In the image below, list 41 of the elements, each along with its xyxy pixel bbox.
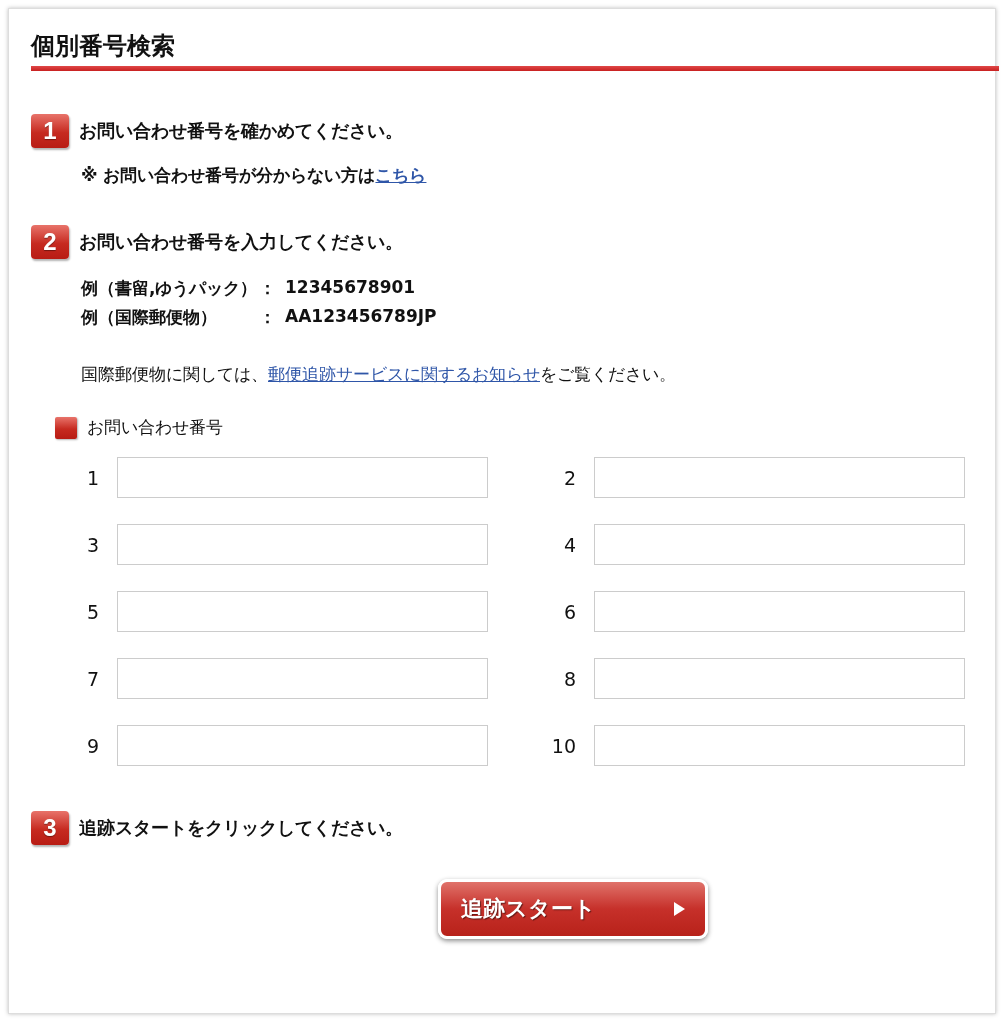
field-number: 5 (85, 600, 100, 623)
tracking-number-field[interactable] (594, 524, 965, 565)
here-link[interactable]: こちら (375, 165, 427, 185)
step-number: 1 (31, 114, 69, 148)
field-number: 10 (550, 734, 577, 757)
step-heading: お問い合わせ番号を確かめてください。 (79, 119, 403, 143)
start-tracking-button[interactable]: 追跡スタート (438, 879, 708, 939)
page-title: 個別番号検索 (31, 31, 175, 62)
tracking-number-field[interactable] (117, 457, 488, 498)
field-number: 4 (562, 533, 577, 556)
help-note: ※ お問い合わせ番号が分からない方はこちら (81, 164, 428, 187)
notice-text: 国際郵便物に関しては、郵便追跡サービスに関するお知らせをご覧ください。 (81, 363, 677, 386)
example-label: 例（書留,ゆうパック） (81, 277, 259, 300)
field-number: 3 (85, 533, 100, 556)
play-icon (673, 902, 685, 916)
tracking-number-field[interactable] (594, 591, 965, 632)
step-heading: お問い合わせ番号を入力してください。 (79, 230, 403, 254)
tracking-number-field[interactable] (594, 457, 965, 498)
field-number: 7 (85, 667, 100, 690)
field-number: 1 (85, 466, 100, 489)
square-icon (55, 416, 77, 439)
field-group-label: お問い合わせ番号 (87, 416, 223, 439)
field-number: 8 (562, 667, 577, 690)
example-separator: ： (259, 306, 277, 329)
field-number: 6 (562, 600, 577, 623)
tracking-number-field[interactable] (117, 524, 488, 565)
tracking-number-field[interactable] (117, 591, 488, 632)
tracking-number-field[interactable] (117, 725, 488, 766)
step-number: 3 (31, 811, 69, 845)
tracking-number-field[interactable] (594, 725, 965, 766)
example-separator: ： (259, 277, 277, 300)
tracking-number-field[interactable] (117, 658, 488, 699)
step-heading: 追跡スタートをクリックしてください。 (79, 816, 403, 840)
field-number: 2 (562, 466, 577, 489)
tracking-number-field[interactable] (594, 658, 965, 699)
step-number: 2 (31, 225, 69, 259)
example-value: 12345678901 (285, 277, 417, 299)
notice-link[interactable]: 郵便追跡サービスに関するお知らせ (268, 364, 540, 384)
field-number: 9 (85, 734, 100, 757)
example-label: 例（国際郵便物） (81, 306, 218, 329)
example-value: AA123456789JP (285, 306, 437, 328)
